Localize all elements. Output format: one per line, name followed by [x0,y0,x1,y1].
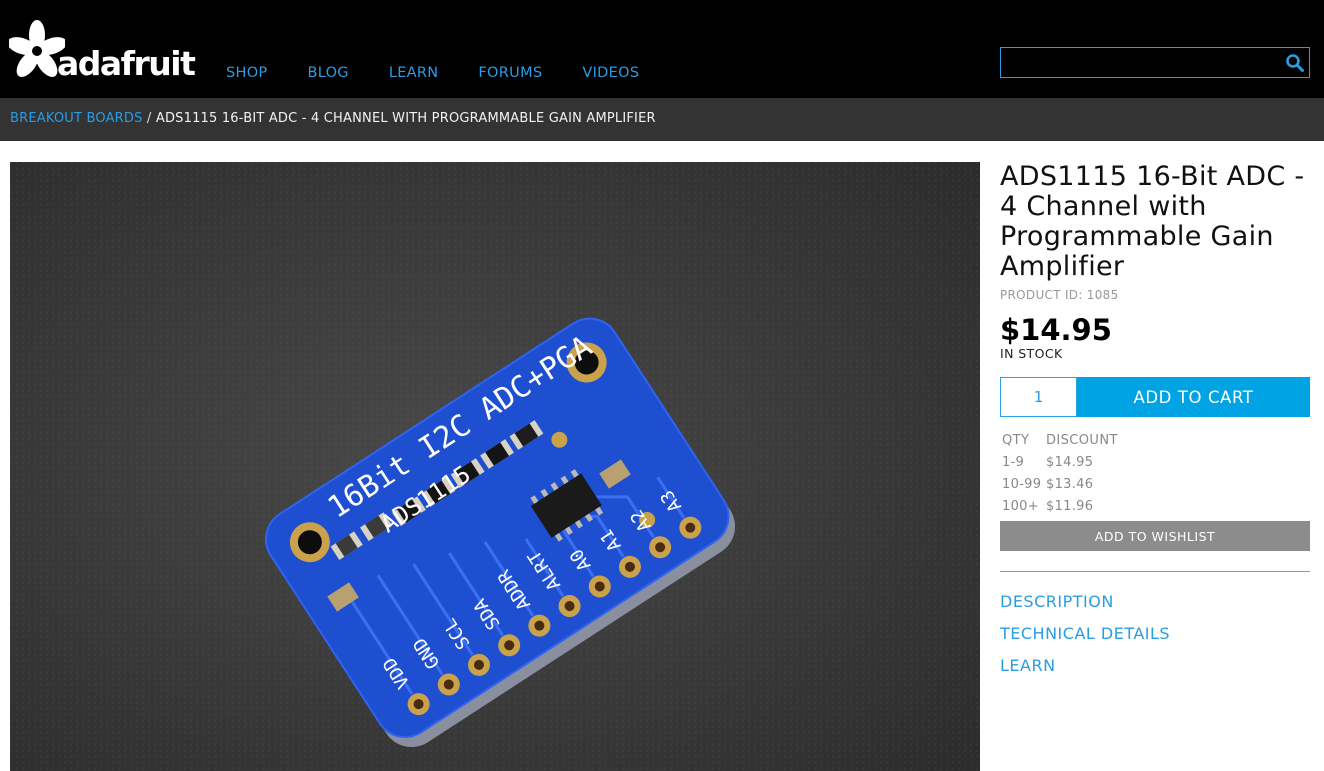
discount-header-discount: DISCOUNT [1046,433,1118,448]
discount-price: $14.95 [1046,455,1094,470]
tab-description[interactable]: DESCRIPTION [1000,592,1170,612]
table-row: 1-9 $14.95 [1000,455,1118,477]
main-nav: SHOP BLOG LEARN FORUMS VIDEOS [226,63,679,83]
product-title: ADS1115 16-Bit ADC - 4 Channel with Prog… [1000,161,1305,282]
search-button[interactable] [1285,53,1305,73]
discount-qty: 100+ [1002,499,1039,514]
add-to-cart-button[interactable]: ADD TO CART [1077,377,1310,417]
discount-price: $11.96 [1046,499,1094,514]
discount-header-qty: QTY [1002,433,1030,448]
nav-videos[interactable]: VIDEOS [582,63,639,83]
quantity-input[interactable] [1000,377,1077,417]
adafruit-logo[interactable]: adafruit [9,16,196,83]
tab-technical-details[interactable]: TECHNICAL DETAILS [1000,624,1170,644]
breadcrumb-separator: / [146,111,152,126]
breadcrumb-bar: BREAKOUT BOARDS / ADS1115 16-BIT ADC - 4… [0,98,1324,141]
nav-shop[interactable]: SHOP [226,63,267,83]
discount-qty: 10-99 [1002,477,1042,492]
product-image[interactable]: 16Bit I2C ADC+PGA ADS1115 VDD GND SCL SD… [10,162,980,771]
nav-forums[interactable]: FORUMS [478,63,542,83]
breadcrumb-current: ADS1115 16-BIT ADC - 4 CHANNEL WITH PROG… [155,111,656,126]
logo-wordmark: adafruit [57,44,196,83]
search-input[interactable] [1001,48,1279,77]
product-info: ADS1115 16-Bit ADC - 4 Channel with Prog… [1000,161,1310,675]
tab-learn[interactable]: LEARN [1000,656,1170,676]
product-tabs: DESCRIPTION TECHNICAL DETAILS LEARN [1000,592,1170,688]
top-header: adafruit SHOP BLOG LEARN FORUMS VIDEOS [0,0,1324,98]
nav-blog[interactable]: BLOG [307,63,348,83]
product-price: $14.95 [1000,313,1112,347]
discount-table: QTY DISCOUNT 1-9 $14.95 10-99 $13.46 100… [1000,434,1118,521]
add-to-wishlist-button[interactable]: ADD TO WISHLIST [1000,521,1310,551]
product-id: PRODUCT ID: 1085 [1000,288,1119,302]
nav-learn[interactable]: LEARN [389,63,439,83]
breadcrumb: BREAKOUT BOARDS / ADS1115 16-BIT ADC - 4… [10,111,656,127]
discount-qty: 1-9 [1002,455,1025,470]
table-row: 10-99 $13.46 [1000,477,1118,499]
cart-row: ADD TO CART [1000,377,1310,417]
discount-price: $13.46 [1046,477,1094,492]
breadcrumb-link-breakout-boards[interactable]: BREAKOUT BOARDS [10,111,143,126]
stock-status: IN STOCK [1000,346,1063,361]
table-row: 100+ $11.96 [1000,499,1118,521]
divider [1000,571,1310,572]
search-icon [1286,54,1304,72]
search-box [1000,47,1310,78]
